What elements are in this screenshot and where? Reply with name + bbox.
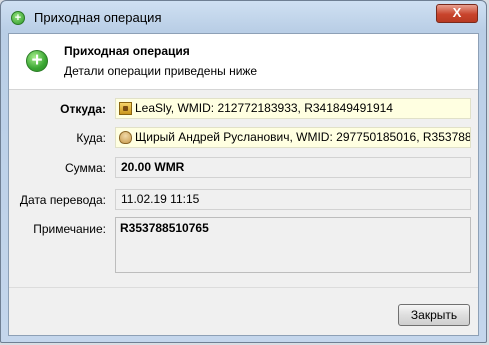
dialog-window: + Приходная операция X + Приходная опера… — [0, 0, 487, 343]
date-field[interactable]: 11.02.19 11:15 — [115, 189, 471, 210]
from-value: LeaSly, WMID: 212772183933, R34184949191… — [135, 101, 393, 115]
wm-gold-icon — [119, 102, 132, 115]
person-icon — [119, 131, 132, 144]
to-label: Куда: — [76, 131, 106, 145]
note-value: R353788510765 — [120, 221, 209, 235]
amount-field[interactable]: 20.00 WMR — [115, 157, 471, 178]
amount-value: 20.00 WMR — [121, 160, 185, 174]
window-title: Приходная операция — [34, 10, 162, 25]
dialog-header: + Приходная операция Детали операции при… — [9, 34, 478, 90]
date-label: Дата перевода: — [19, 193, 106, 207]
header-title: Приходная операция — [64, 44, 190, 58]
to-value: Щирый Андрей Русланович, WMID: 297750185… — [135, 130, 471, 144]
to-field[interactable]: Щирый Андрей Русланович, WMID: 297750185… — [115, 127, 471, 148]
date-value: 11.02.19 11:15 — [121, 192, 200, 206]
from-label: Откуда: — [60, 102, 106, 116]
amount-label: Сумма: — [64, 161, 106, 175]
window-close-button[interactable]: X — [436, 4, 478, 23]
footer-divider — [9, 287, 478, 288]
dialog-content: + Приходная операция Детали операции при… — [8, 33, 479, 336]
from-field[interactable]: LeaSly, WMID: 212772183933, R34184949191… — [115, 98, 471, 119]
note-textarea[interactable]: R353788510765 — [115, 217, 471, 273]
close-button[interactable]: Закрыть — [398, 304, 470, 326]
plus-icon: + — [26, 50, 48, 72]
note-label: Примечание: — [33, 222, 106, 236]
title-bar[interactable]: + Приходная операция X — [1, 1, 486, 35]
incoming-operation-icon: + — [11, 11, 25, 25]
header-subtitle: Детали операции приведены ниже — [64, 64, 258, 78]
